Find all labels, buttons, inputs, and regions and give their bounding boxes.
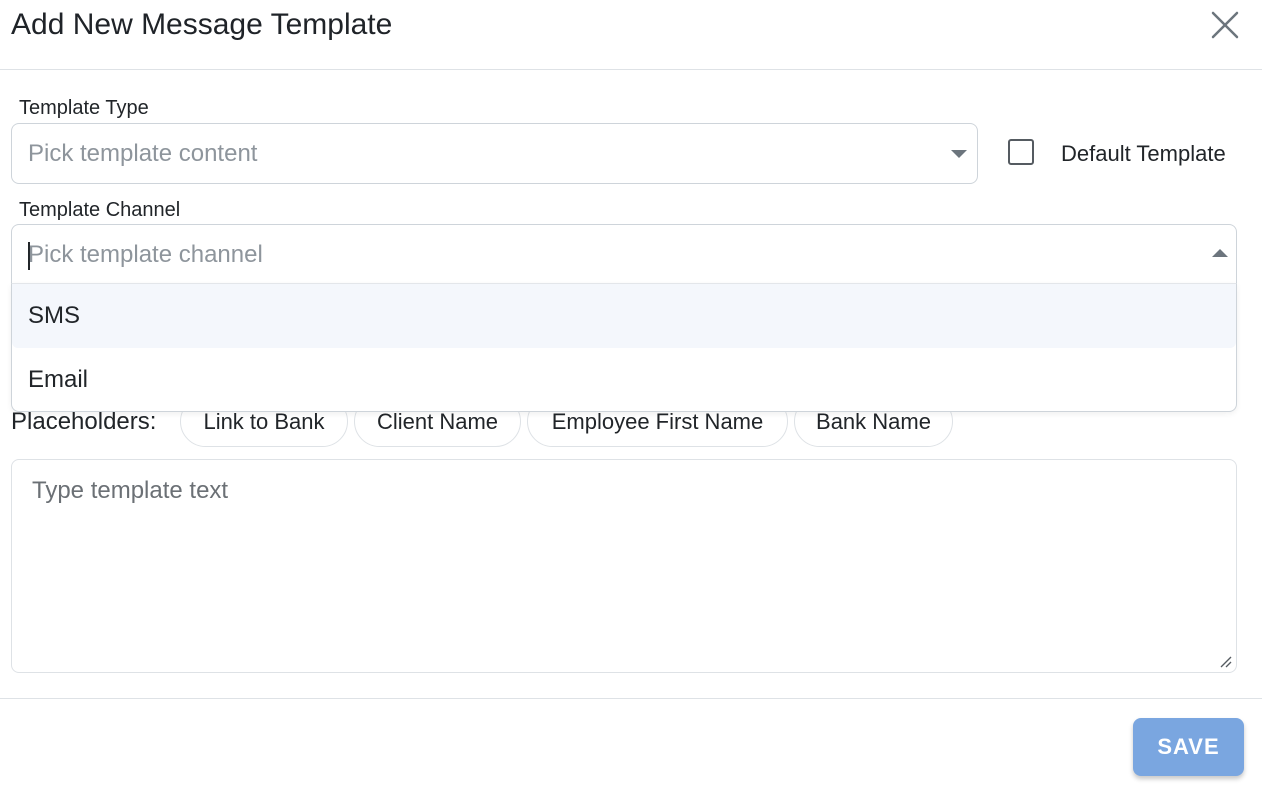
header-divider	[0, 69, 1262, 70]
modal-title: Add New Message Template	[11, 8, 393, 41]
placeholders-label: Placeholders:	[11, 408, 157, 435]
template-channel-select[interactable]: Pick template channel	[11, 224, 1237, 285]
template-type-placeholder: Pick template content	[28, 139, 258, 167]
default-template-label[interactable]: Default Template	[1061, 141, 1226, 167]
default-template-checkbox[interactable]	[1008, 139, 1034, 165]
footer-divider	[0, 698, 1262, 699]
template-text-placeholder: Type template text	[32, 477, 229, 504]
dropdown-option-email[interactable]: Email	[12, 348, 1236, 411]
template-type-select[interactable]: Pick template content	[11, 123, 978, 184]
resize-handle-icon[interactable]	[1218, 654, 1232, 668]
chevron-up-icon	[1212, 249, 1228, 257]
close-button[interactable]	[1209, 9, 1241, 41]
template-channel-dropdown: SMS Email	[11, 283, 1237, 412]
template-channel-label: Template Channel	[19, 199, 181, 221]
template-text-area[interactable]: Type template text	[11, 459, 1237, 673]
template-type-label: Template Type	[19, 97, 149, 119]
close-icon	[1211, 11, 1239, 39]
dropdown-option-sms[interactable]: SMS	[12, 284, 1236, 348]
save-button[interactable]: SAVE	[1133, 718, 1244, 776]
chevron-down-icon	[951, 150, 967, 158]
template-channel-placeholder: Pick template channel	[28, 241, 263, 268]
